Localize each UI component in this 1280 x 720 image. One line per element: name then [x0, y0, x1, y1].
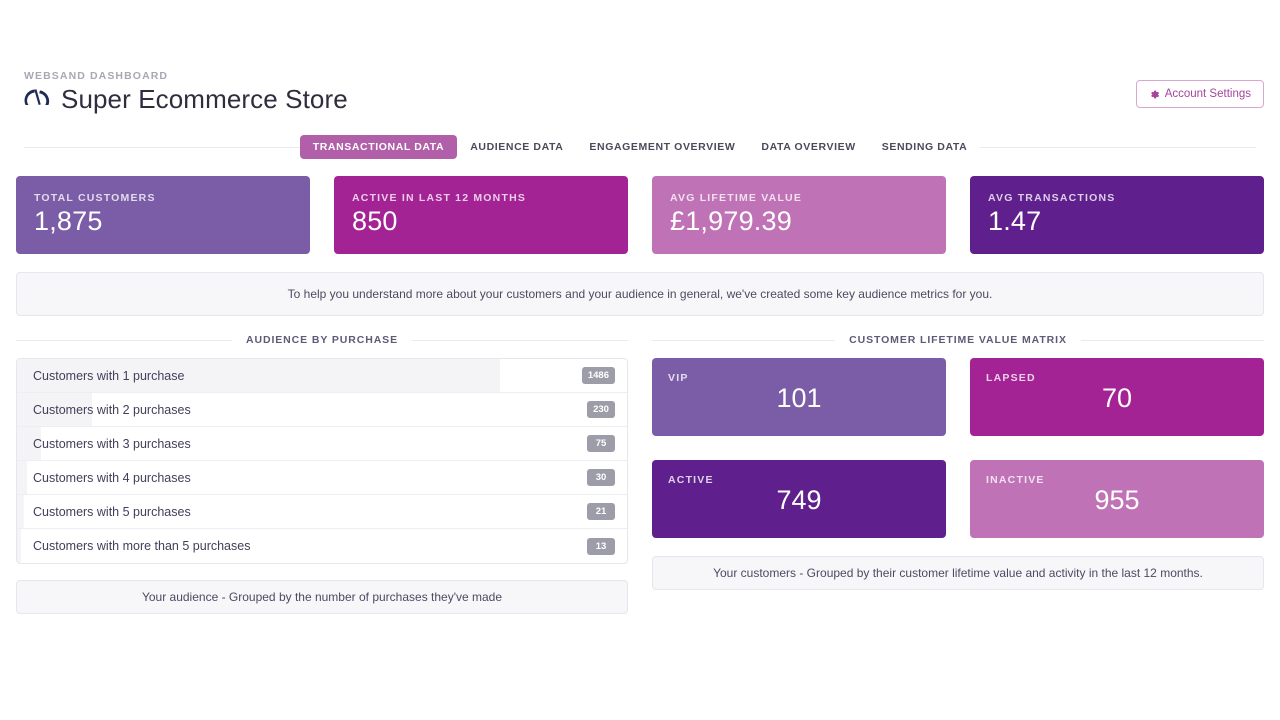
- account-settings-button[interactable]: Account Settings: [1136, 80, 1264, 108]
- main-tabbar: TRANSACTIONAL DATAAUDIENCE DATAENGAGEMEN…: [8, 134, 1272, 160]
- gauge-logo-icon: [24, 87, 50, 112]
- clv-quadrant-grid: VIP101 LAPSED70 ACTIVE749 INACTIVE955: [652, 358, 1264, 538]
- kpi-card-avg-lifetime-value: AVG LIFETIME VALUE £1,979.39: [652, 176, 946, 254]
- kpi-card-avg-transactions: AVG TRANSACTIONS 1.47: [970, 176, 1264, 254]
- kpi-label: ACTIVE IN LAST 12 MONTHS: [352, 192, 610, 204]
- clv-matrix-panel: CUSTOMER LIFETIME VALUE MATRIX VIP101 LAP…: [652, 334, 1264, 614]
- dashboard-eyebrow: WEBSAND DASHBOARD: [24, 70, 348, 82]
- clv-quadrant-inactive: INACTIVE955: [970, 460, 1264, 538]
- clv-quadrant-label: LAPSED: [986, 372, 1248, 384]
- purchase-row-label: Customers with 5 purchases: [17, 505, 587, 519]
- purchase-row-label: Customers with more than 5 purchases: [17, 539, 587, 553]
- title-row: Super Ecommerce Store: [24, 86, 348, 112]
- account-settings-label: Account Settings: [1165, 88, 1251, 100]
- purchase-list-row[interactable]: Customers with 2 purchases230: [17, 393, 627, 427]
- kpi-label: AVG LIFETIME VALUE: [670, 192, 928, 204]
- clv-quadrant-label: VIP: [668, 372, 930, 384]
- rule-left: [652, 340, 835, 341]
- purchase-count-badge: 75: [587, 435, 615, 452]
- kpi-value: 1,875: [34, 207, 292, 237]
- kpi-label: TOTAL CUSTOMERS: [34, 192, 292, 204]
- clv-quadrant-value: 70: [986, 382, 1248, 414]
- purchase-list: Customers with 1 purchase1486Customers w…: [16, 358, 628, 564]
- kpi-card-total-customers: TOTAL CUSTOMERS 1,875: [16, 176, 310, 254]
- clv-quadrant-label: INACTIVE: [986, 474, 1248, 486]
- kpi-value: 850: [352, 207, 610, 237]
- rule-right: [412, 340, 628, 341]
- clv-quadrant-active: ACTIVE749: [652, 460, 946, 538]
- audience-section-title: AUDIENCE BY PURCHASE: [246, 334, 398, 346]
- purchase-count-badge: 21: [587, 503, 615, 520]
- tab-sending-data[interactable]: SENDING DATA: [869, 135, 981, 159]
- audience-caption-text: Your audience - Grouped by the number of…: [142, 590, 502, 604]
- purchase-list-row[interactable]: Customers with 5 purchases21: [17, 495, 627, 529]
- clv-caption-text: Your customers - Grouped by their custom…: [713, 566, 1203, 580]
- purchase-list-row[interactable]: Customers with 3 purchases75: [17, 427, 627, 461]
- clv-section-header: CUSTOMER LIFETIME VALUE MATRIX: [652, 334, 1264, 346]
- kpi-value: £1,979.39: [670, 207, 928, 237]
- rule-right: [1081, 340, 1264, 341]
- purchase-row-label: Customers with 4 purchases: [17, 471, 587, 485]
- tab-list: TRANSACTIONAL DATAAUDIENCE DATAENGAGEMEN…: [300, 135, 981, 159]
- info-banner-text: To help you understand more about your c…: [288, 287, 993, 301]
- audience-section-header: AUDIENCE BY PURCHASE: [16, 334, 628, 346]
- rule-left: [16, 340, 232, 341]
- clv-quadrant-lapsed: LAPSED70: [970, 358, 1264, 436]
- brand-block: WEBSAND DASHBOARD Super Ecommerce Store: [24, 70, 348, 112]
- kpi-card-row: TOTAL CUSTOMERS 1,875 ACTIVE IN LAST 12 MO…: [8, 176, 1272, 254]
- audience-by-purchase-panel: AUDIENCE BY PURCHASE Customers with 1 pu…: [16, 334, 628, 614]
- tab-transactional-data[interactable]: TRANSACTIONAL DATA: [300, 135, 458, 159]
- purchase-count-badge: 1486: [582, 367, 615, 384]
- kpi-card-active-in-last-12-months: ACTIVE IN LAST 12 MONTHS 850: [334, 176, 628, 254]
- clv-quadrant-label: ACTIVE: [668, 474, 930, 486]
- purchase-row-label: Customers with 2 purchases: [17, 403, 587, 417]
- clv-section-title: CUSTOMER LIFETIME VALUE MATRIX: [849, 334, 1067, 346]
- page-header: WEBSAND DASHBOARD Super Ecommerce Store: [8, 0, 1272, 112]
- kpi-label: AVG TRANSACTIONS: [988, 192, 1246, 204]
- tab-data-overview[interactable]: DATA OVERVIEW: [748, 135, 868, 159]
- tab-audience-data[interactable]: AUDIENCE DATA: [457, 135, 576, 159]
- content-columns: AUDIENCE BY PURCHASE Customers with 1 pu…: [8, 334, 1272, 614]
- tab-engagement-overview[interactable]: ENGAGEMENT OVERVIEW: [576, 135, 748, 159]
- purchase-count-badge: 30: [587, 469, 615, 486]
- clv-quadrant-value: 749: [668, 484, 930, 516]
- page-title: Super Ecommerce Store: [61, 86, 348, 112]
- purchase-list-row[interactable]: Customers with more than 5 purchases13: [17, 529, 627, 563]
- clv-caption: Your customers - Grouped by their custom…: [652, 556, 1264, 590]
- dashboard-page: WEBSAND DASHBOARD Super Ecommerce Store: [0, 0, 1280, 720]
- purchase-count-badge: 230: [587, 401, 615, 418]
- purchase-count-badge: 13: [587, 538, 615, 555]
- clv-quadrant-vip: VIP101: [652, 358, 946, 436]
- purchase-row-label: Customers with 3 purchases: [17, 437, 587, 451]
- gear-icon: [1149, 89, 1160, 100]
- clv-quadrant-value: 955: [986, 484, 1248, 516]
- purchase-row-label: Customers with 1 purchase: [17, 369, 582, 383]
- purchase-list-row[interactable]: Customers with 4 purchases30: [17, 461, 627, 495]
- audience-caption: Your audience - Grouped by the number of…: [16, 580, 628, 614]
- info-banner: To help you understand more about your c…: [16, 272, 1264, 316]
- purchase-list-row[interactable]: Customers with 1 purchase1486: [17, 359, 627, 393]
- clv-quadrant-value: 101: [668, 382, 930, 414]
- kpi-value: 1.47: [988, 207, 1246, 237]
